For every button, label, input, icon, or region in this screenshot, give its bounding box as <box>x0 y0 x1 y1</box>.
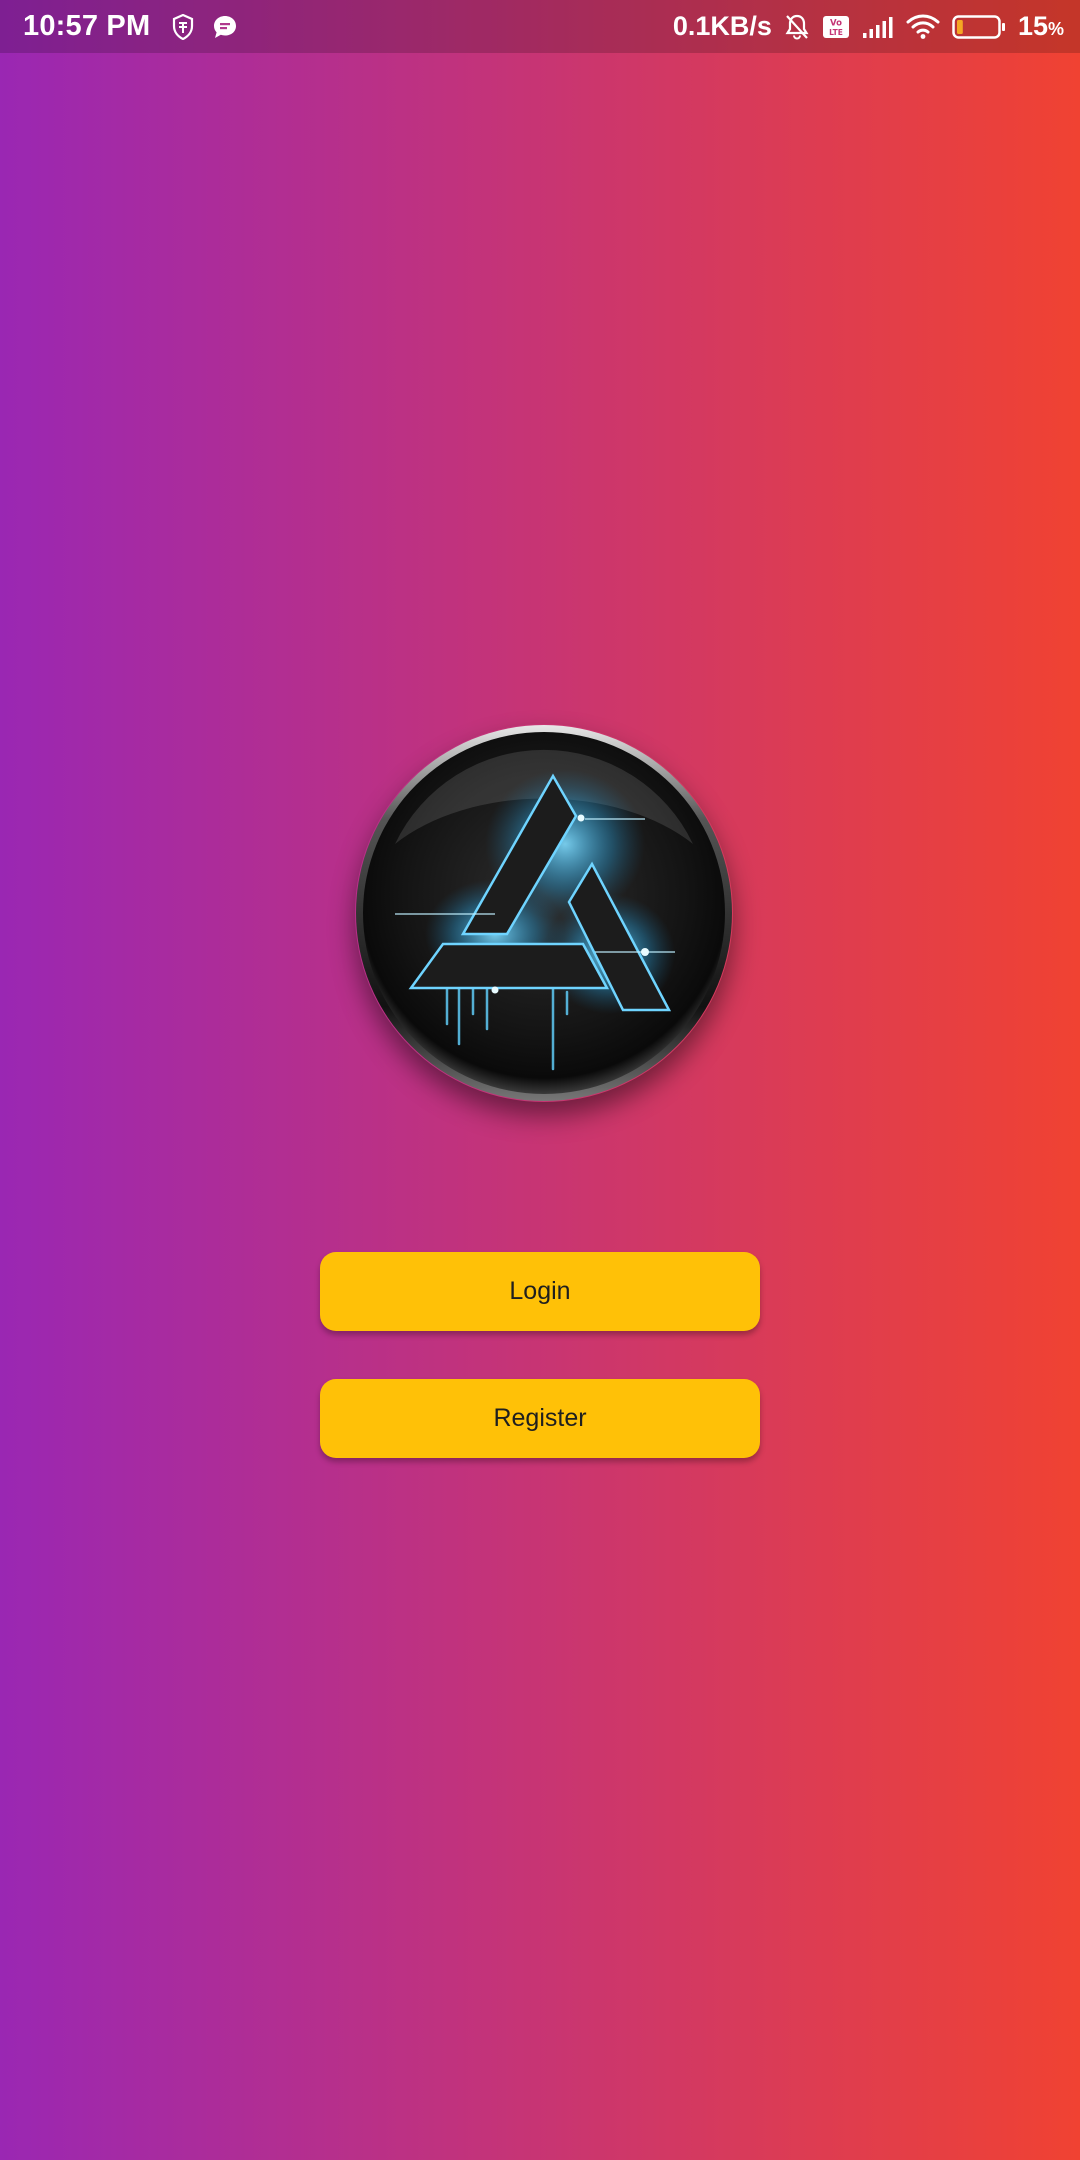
login-button[interactable]: Login <box>320 1252 760 1331</box>
status-bar: 10:57 PM 0.1KB/s Vo LTE 15% <box>0 0 1080 53</box>
chat-bubble-icon <box>212 14 238 40</box>
svg-text:LTE: LTE <box>829 28 843 37</box>
svg-text:Vo: Vo <box>830 18 842 28</box>
battery-icon <box>952 14 1006 40</box>
status-bar-right: 0.1KB/s Vo LTE 15% <box>673 0 1064 53</box>
battery-percentage: 15% <box>1017 11 1064 41</box>
wifi-icon <box>906 14 940 40</box>
shield-app-icon <box>172 13 194 40</box>
volte-icon: Vo LTE <box>822 15 850 39</box>
network-speed: 0.1KB/s <box>672 11 772 41</box>
status-bar-left: 10:57 PM <box>23 0 238 53</box>
triangle-logo-icon <box>356 725 732 1101</box>
bell-off-icon <box>784 13 810 41</box>
signal-icon <box>862 15 894 39</box>
app-logo <box>355 724 733 1102</box>
status-time: 10:57 PM <box>23 10 151 42</box>
register-button[interactable]: Register <box>320 1379 760 1458</box>
